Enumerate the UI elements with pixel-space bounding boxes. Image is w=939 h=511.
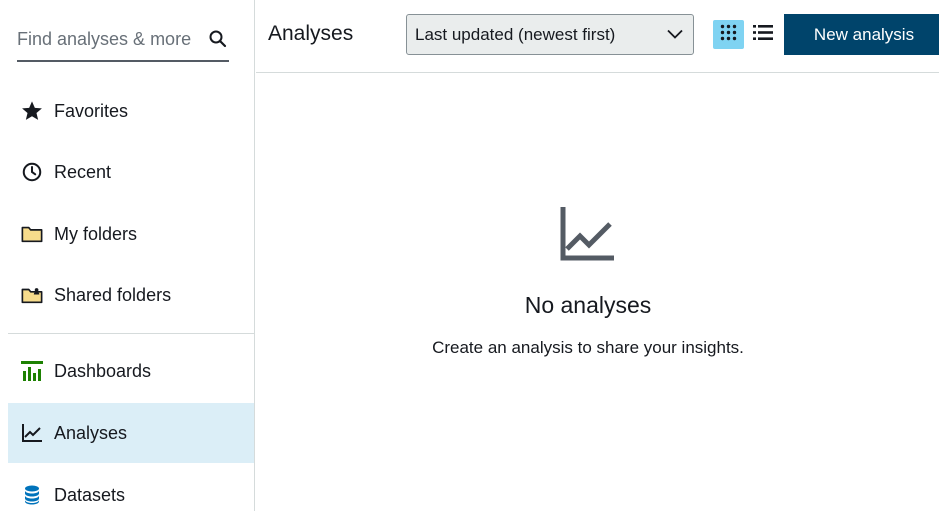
page-title: Analyses: [268, 22, 354, 45]
sidebar-item-label: Datasets: [54, 484, 126, 505]
sidebar-item-label: Shared folders: [54, 284, 172, 305]
sidebar-item-datasets[interactable]: Datasets: [8, 465, 254, 511]
search-input[interactable]: [17, 28, 197, 50]
list-view-button[interactable]: [750, 20, 776, 49]
sidebar-item-label: Analyses: [54, 422, 128, 443]
sidebar-item-my-folders[interactable]: My folders: [8, 204, 254, 264]
shared-folder-icon: [20, 283, 44, 307]
grid-icon: [720, 24, 737, 46]
sidebar-item-recent[interactable]: Recent: [8, 142, 254, 202]
analysis-icon: [20, 421, 44, 445]
sidebar-divider: [8, 333, 254, 334]
sort-select[interactable]: Last updated (newest first): [406, 14, 694, 55]
list-icon: [753, 24, 773, 46]
chevron-down-icon: [667, 26, 683, 44]
new-analysis-button[interactable]: New analysis: [784, 14, 939, 55]
star-icon: [20, 99, 44, 123]
sort-select-value: Last updated (newest first): [415, 24, 616, 44]
sidebar: Favorites Recent My folders Shared folde…: [0, 0, 255, 511]
grid-view-button[interactable]: [713, 20, 744, 49]
database-icon: [20, 483, 44, 507]
clock-icon: [20, 160, 44, 184]
line-chart-icon: [560, 207, 616, 261]
search-icon[interactable]: [207, 28, 229, 50]
sidebar-item-label: Recent: [54, 161, 112, 182]
empty-state: No analyses Create an analysis to share …: [256, 74, 939, 511]
sidebar-item-label: My folders: [54, 223, 138, 244]
dashboard-icon: [20, 359, 44, 383]
page-header: Analyses Last updated (newest first) New…: [256, 0, 939, 73]
sidebar-item-analyses[interactable]: Analyses: [8, 403, 254, 463]
folder-icon: [20, 222, 44, 246]
sidebar-item-dashboards[interactable]: Dashboards: [8, 341, 254, 401]
empty-state-message: Create an analysis to share your insight…: [432, 338, 744, 357]
empty-state-heading: No analyses: [524, 292, 652, 318]
sidebar-item-label: Dashboards: [54, 360, 152, 381]
sidebar-item-label: Favorites: [54, 100, 129, 121]
sidebar-item-shared-folders[interactable]: Shared folders: [8, 265, 254, 325]
search-box: [17, 18, 229, 62]
sidebar-item-favorites[interactable]: Favorites: [8, 81, 254, 141]
